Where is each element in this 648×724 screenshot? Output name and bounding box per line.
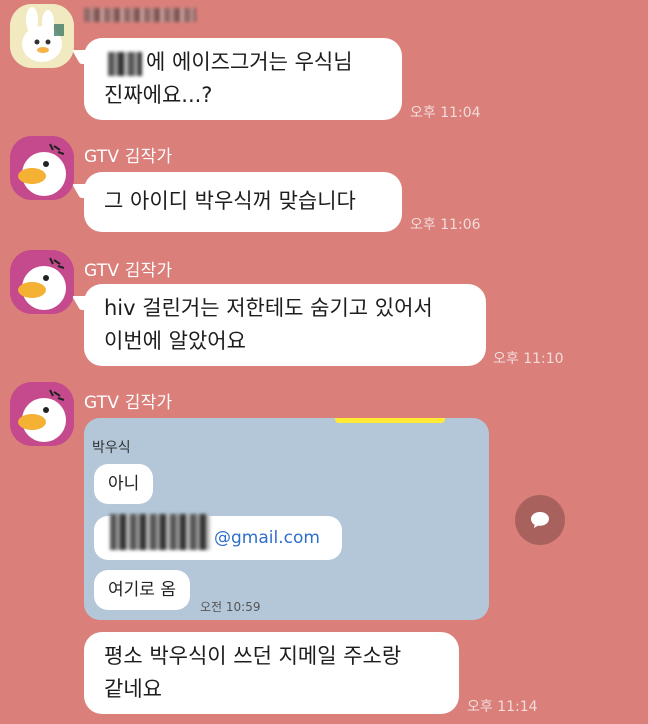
avatar-gtv[interactable]: [10, 136, 74, 200]
avatar-gtv[interactable]: [10, 382, 74, 446]
screenshot-email: @gmail.com: [214, 528, 320, 548]
timestamp: 오후 11:04: [410, 105, 481, 121]
message-text-line1: 에 에이즈그거는 우식님: [146, 50, 353, 74]
duck-avatar-icon: [10, 250, 74, 314]
message-text-line2: 진짜에요...?: [104, 83, 213, 107]
sender-name: GTV 김작가: [84, 393, 173, 413]
chat-bubble-icon: [531, 512, 549, 528]
redacted-name: [108, 52, 142, 76]
message-bubble-3[interactable]: hiv 걸린거는 저한테도 숨기고 있어서 이번에 알았어요: [71, 284, 486, 366]
screenshot-image[interactable]: 박우식 아니 @gmail.com 여기로 옴 오전 10:59: [84, 418, 489, 620]
chat-action-button[interactable]: [515, 495, 565, 545]
message-bubble-2[interactable]: 그 아이디 박우식꺼 맞습니다: [71, 172, 402, 232]
message-bubble-5[interactable]: 평소 박우식이 쓰던 지메일 주소랑 같네요: [84, 632, 459, 714]
avatar-gtv[interactable]: [10, 250, 74, 314]
message-text-line2: 이번에 알았어요: [104, 329, 246, 353]
bunny-avatar-icon: [10, 4, 74, 68]
message-text-line1: 평소 박우식이 쓰던 지메일 주소랑: [104, 644, 402, 668]
message-bubble-1[interactable]: 에 에이즈그거는 우식님 진짜에요...?: [71, 38, 402, 120]
avatar-friend[interactable]: [10, 4, 74, 68]
sender-name-redacted: [84, 8, 196, 22]
message-text-line2: 같네요: [104, 677, 162, 701]
message-text: 그 아이디 박우식꺼 맞습니다: [104, 189, 356, 213]
screenshot-sender: 박우식: [92, 440, 131, 456]
duck-avatar-icon: [10, 136, 74, 200]
screenshot-bubble-1: 아니: [94, 464, 154, 504]
sender-name: GTV 김작가: [84, 147, 173, 167]
timestamp: 오후 11:06: [410, 217, 481, 233]
redacted-email: [110, 514, 210, 550]
duck-avatar-icon: [10, 382, 74, 446]
message-text-line1: hiv 걸린거는 저한테도 숨기고 있어서: [104, 296, 433, 320]
screenshot-bubble-3: 여기로 옴: [94, 570, 190, 610]
timestamp: 오후 11:10: [493, 351, 564, 367]
sender-name: GTV 김작가: [84, 261, 173, 281]
screenshot-time: 오전 10:59: [200, 600, 261, 614]
timestamp: 오후 11:14: [467, 699, 538, 715]
